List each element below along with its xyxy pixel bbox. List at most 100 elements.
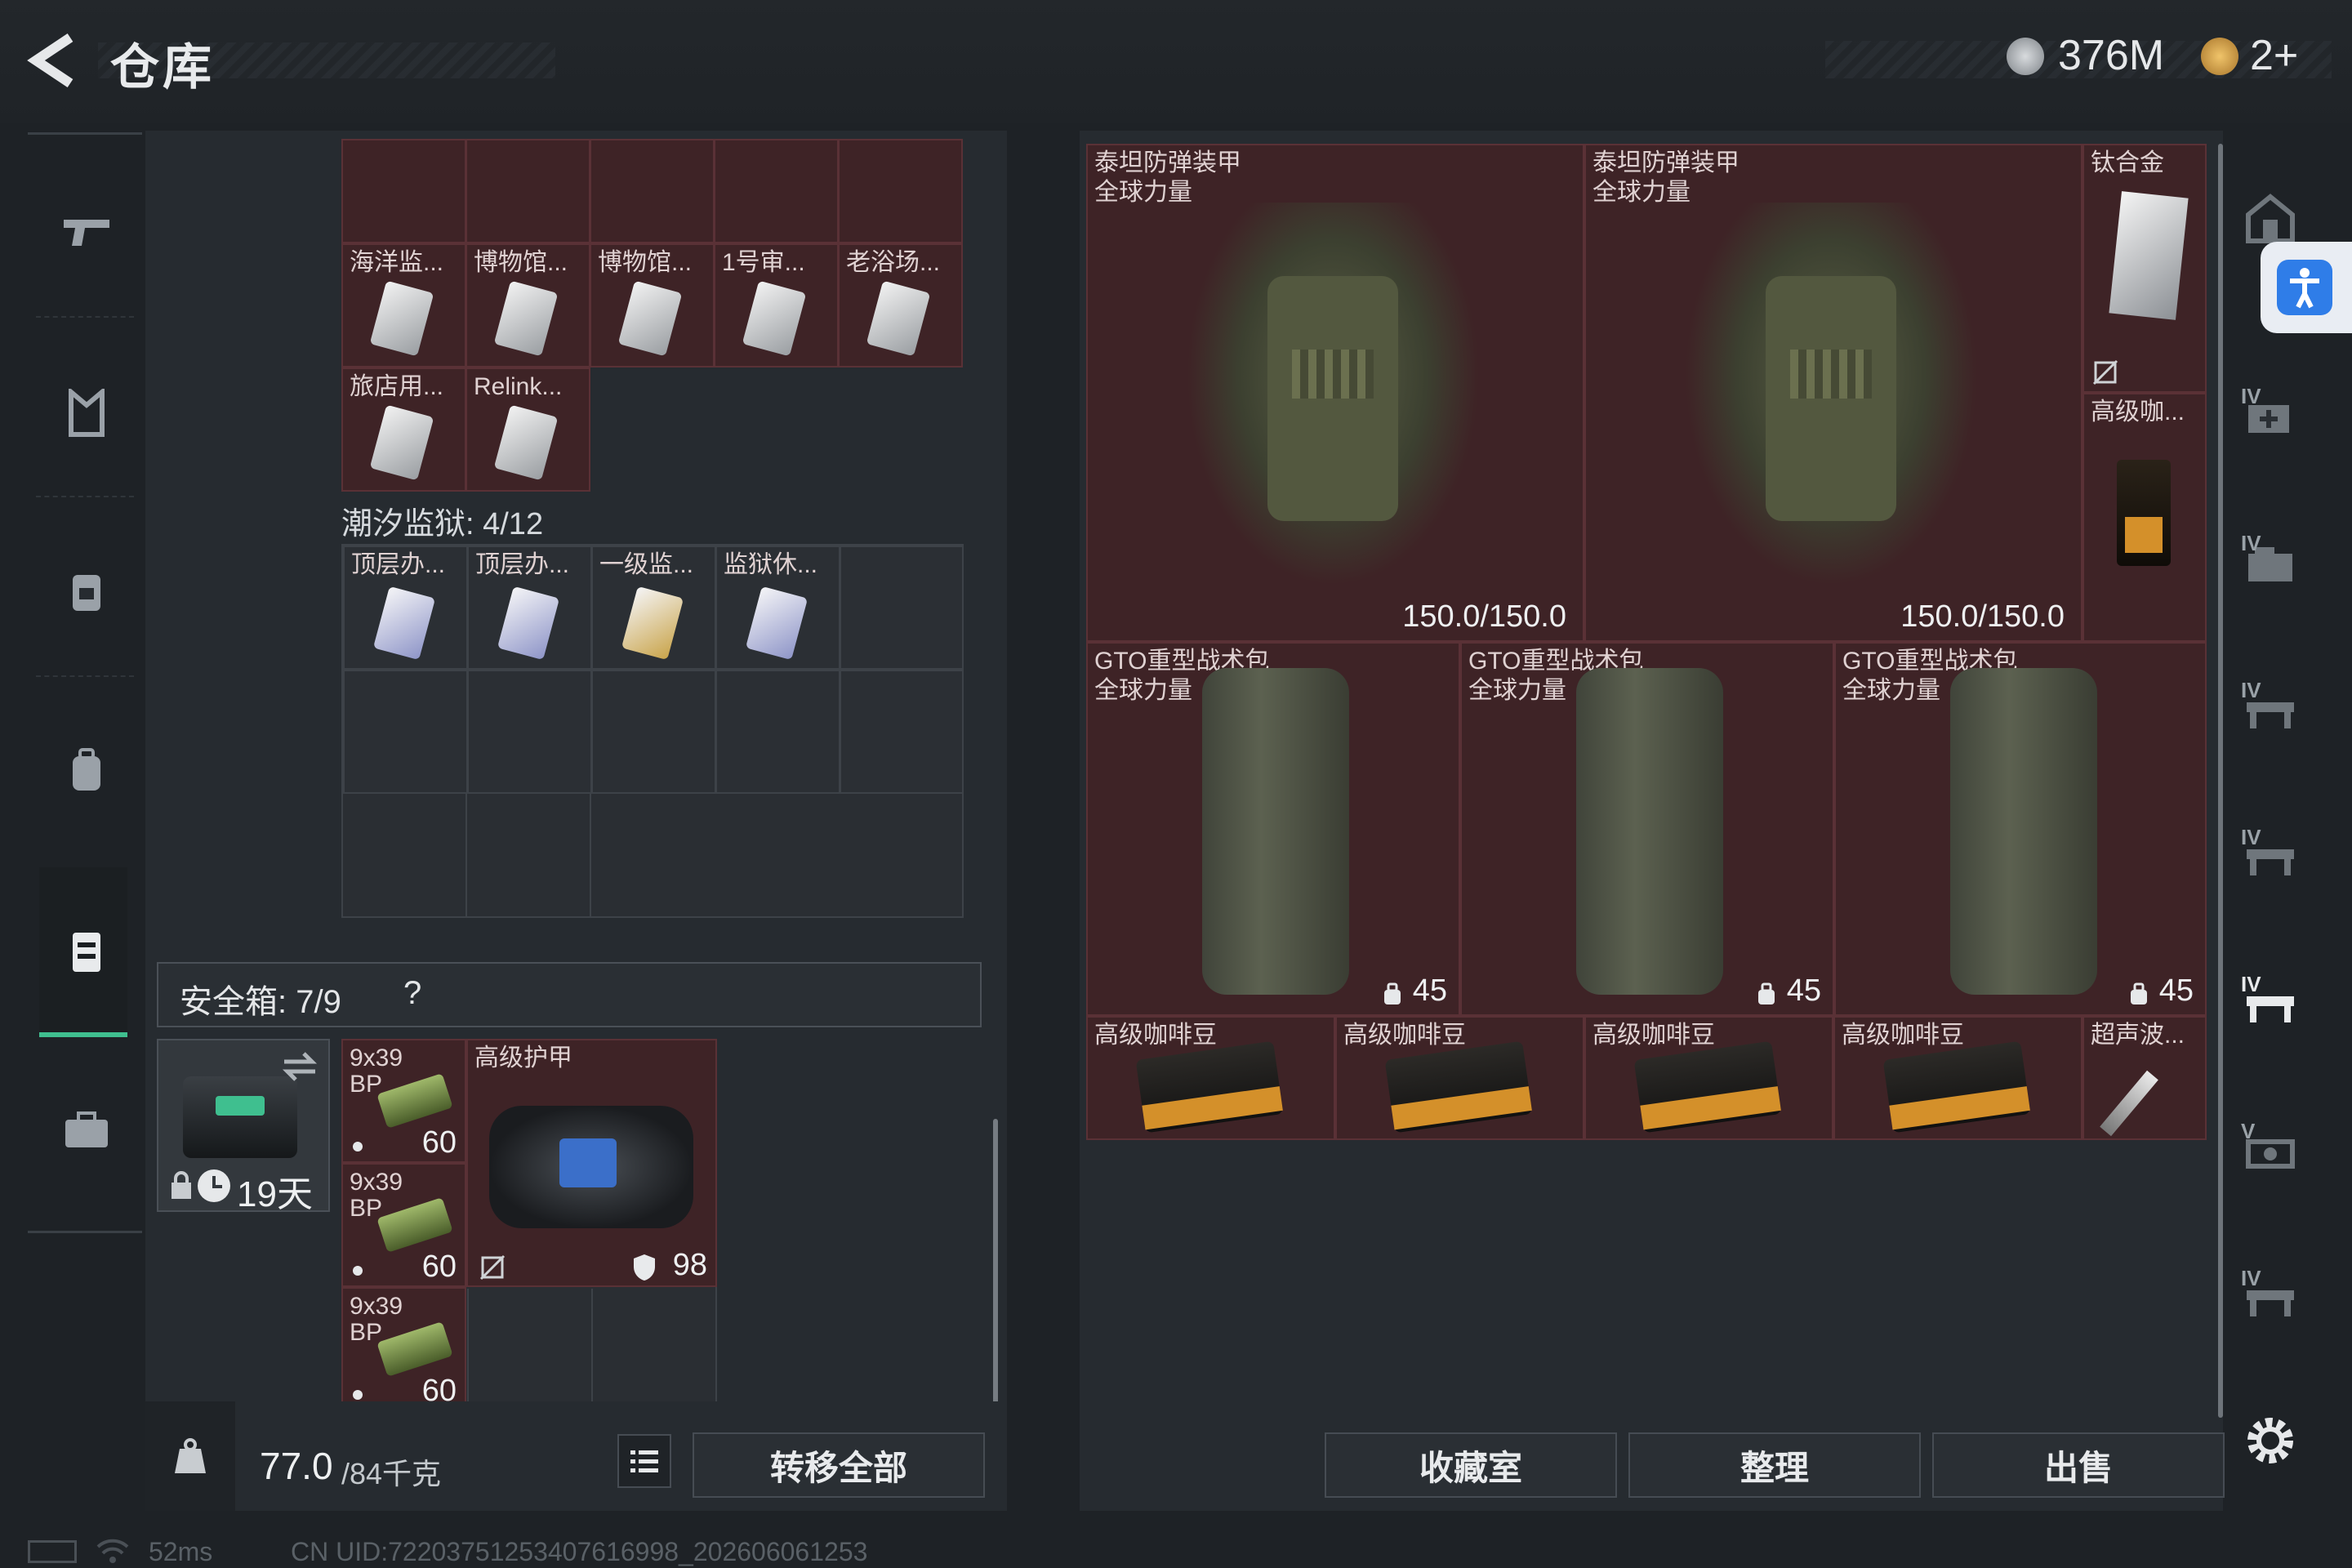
ammo-box-icon [376, 1321, 453, 1377]
keycard-icon [369, 404, 434, 481]
armor-value: 98 [672, 1248, 707, 1282]
sell-button[interactable]: 出售 [1932, 1432, 2225, 1498]
backpack-capacity: 45 [1786, 973, 1821, 1008]
item-faction: 全球力量 [1592, 179, 1690, 206]
collection-row-3: 旅店用... Relink... [341, 368, 591, 492]
container-icon[interactable] [60, 924, 113, 977]
empty-slot[interactable] [840, 670, 964, 794]
collection-card[interactable]: 海洋监... [341, 243, 466, 368]
empty-slot[interactable] [343, 670, 468, 794]
coffee-bag-icon [1882, 1040, 2031, 1134]
item-label: 超声波... [2091, 1022, 2185, 1049]
armor-icon[interactable] [60, 387, 113, 439]
coffee-bag-label [1640, 1086, 1781, 1130]
collection-card[interactable]: 顶层办... [343, 546, 468, 670]
coffee-bean-item[interactable]: 高级咖啡豆 [1833, 1016, 2082, 1140]
wifi-icon [96, 1539, 129, 1563]
keycard-icon [369, 280, 434, 357]
collection-card[interactable] [341, 139, 466, 243]
weapon-icon[interactable] [60, 206, 113, 258]
collection-room-button[interactable]: 收藏室 [1325, 1432, 1617, 1498]
collection-card[interactable]: 博物馆... [590, 243, 715, 368]
item-label: 1号审... [722, 249, 805, 276]
coffee-bean-item[interactable]: 高级咖啡豆 [1335, 1016, 1584, 1140]
backpack-item[interactable]: GTO重型战术包 全球力量 45 [1834, 642, 2207, 1016]
armor-item[interactable]: 泰坦防弹装甲 全球力量 150.0/150.0 [1584, 144, 2082, 642]
armor-item[interactable]: 高级护甲 98 [466, 1039, 717, 1287]
ultrasonic-item[interactable]: 超声波... [2082, 1016, 2207, 1140]
empty-slot[interactable] [591, 670, 716, 794]
backpack-icon[interactable] [60, 745, 113, 797]
case-icon[interactable] [60, 1104, 113, 1156]
coffee-bag-label [1142, 1086, 1283, 1130]
gear-icon[interactable] [2238, 1408, 2303, 1473]
empty-slot[interactable] [467, 670, 592, 794]
item-faction: 全球力量 [1842, 677, 1940, 704]
collection-card[interactable]: 1号审... [714, 243, 839, 368]
item-label: 顶层办... [475, 551, 570, 578]
grid-divider [467, 1289, 469, 1411]
ammo-item[interactable]: 9x39 BP 60 [341, 1163, 466, 1287]
bag-capacity-icon [2131, 982, 2147, 1004]
collection-card[interactable]: 一级监... [591, 546, 716, 670]
armor-plate [1790, 350, 1872, 399]
collection-card[interactable] [714, 139, 839, 243]
weight-icon [175, 1438, 206, 1473]
collection-card[interactable]: 博物馆... [466, 243, 590, 368]
item-label: Relink... [474, 373, 563, 400]
item-label: 钛合金 [2091, 149, 2164, 176]
collection-card[interactable]: 老浴场... [838, 243, 963, 368]
rig-icon[interactable] [60, 565, 113, 617]
keycard-icon [493, 280, 559, 357]
armor-vest [1267, 276, 1398, 521]
weight-current: 77.0 [260, 1445, 333, 1487]
collection-card[interactable]: 顶层办... [467, 546, 592, 670]
item-faction: 全球力量 [1468, 677, 1566, 704]
backpack-capacity: 45 [2158, 973, 2194, 1008]
collection-card[interactable] [466, 139, 590, 243]
coffee-bag-icon [2117, 460, 2171, 566]
keycard-icon [493, 404, 559, 481]
back-arrow-icon [27, 33, 74, 87]
keycard-icon [617, 280, 683, 357]
coffee-bag-label [1391, 1086, 1532, 1130]
safe-box-timer: 19天 [237, 1174, 313, 1214]
level-label: IV [2241, 531, 2261, 555]
back-button[interactable] [24, 31, 82, 88]
left-nav [28, 132, 142, 1235]
backpack-item[interactable]: GTO重型战术包 全球力量 45 [1460, 642, 1834, 1016]
collection-card[interactable]: Relink... [466, 368, 590, 492]
collection-card[interactable] [838, 139, 963, 243]
item-label: 博物馆... [474, 249, 568, 276]
collection-card[interactable]: 监狱休... [715, 546, 840, 670]
safe-box-header: 安全箱: 7/9 ? [157, 962, 982, 1027]
empty-slot[interactable] [715, 670, 840, 794]
organize-button[interactable]: 整理 [1628, 1432, 1921, 1498]
transfer-all-button[interactable]: 转移全部 [693, 1432, 985, 1498]
accessibility-tab[interactable] [2261, 242, 2352, 333]
stash-scrollbar[interactable] [2218, 144, 2223, 1418]
backpack-item[interactable]: GTO重型战术包 全球力量 45 [1086, 642, 1460, 1016]
coffee-bean-item[interactable]: 高级咖啡豆 [1086, 1016, 1335, 1140]
token-amount: 2+ [2250, 32, 2299, 79]
collection-card[interactable] [590, 139, 715, 243]
ammo-item[interactable]: 9x39 BP 60 [341, 1287, 466, 1411]
inventory-scrollbar[interactable] [993, 1119, 998, 1421]
collection-row-1 [341, 139, 964, 243]
coffee-item[interactable]: 高级咖... [2082, 393, 2207, 642]
no-transfer-icon [479, 1254, 506, 1281]
ammo-item[interactable]: 9x39 BP 60 [341, 1039, 466, 1163]
collection-card[interactable]: 旅店用... [341, 368, 466, 492]
coffee-bean-item[interactable]: 高级咖啡豆 [1584, 1016, 1833, 1140]
help-button[interactable]: ? [403, 975, 421, 1012]
level-label: V [2241, 1119, 2256, 1143]
currency-amount: 376M [2058, 32, 2165, 79]
lock-icon [172, 1171, 191, 1199]
empty-slot[interactable] [840, 546, 964, 670]
list-view-button[interactable] [617, 1434, 671, 1488]
titanium-item[interactable]: 钛合金 [2082, 144, 2207, 393]
safe-box-item[interactable]: 19天 [157, 1039, 330, 1214]
grid-divider [591, 1289, 593, 1411]
armor-item[interactable]: 泰坦防弹装甲 全球力量 150.0/150.0 [1086, 144, 1584, 642]
keycard-icon [372, 586, 436, 661]
